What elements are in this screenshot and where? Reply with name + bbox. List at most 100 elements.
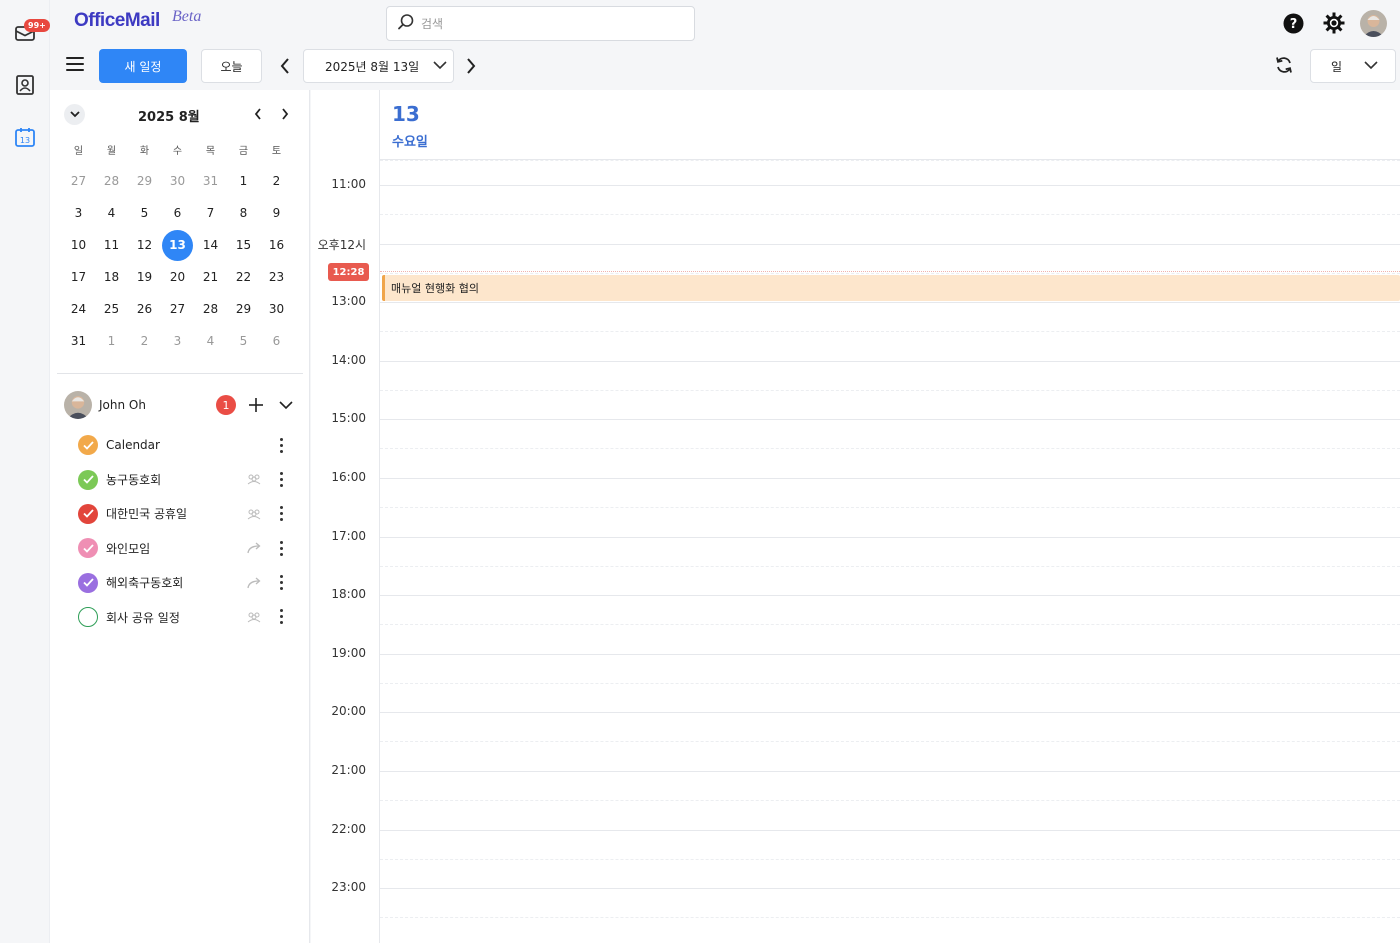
mini-day[interactable]: 23 <box>260 261 293 293</box>
mini-day[interactable]: 28 <box>194 293 227 325</box>
share-arrow-icon <box>246 540 262 556</box>
mini-day[interactable]: 20 <box>161 261 194 293</box>
calendar-list-item[interactable]: 대한민국 공휴일 <box>78 497 298 531</box>
mini-day[interactable]: 18 <box>95 261 128 293</box>
calendar-list-label: 대한민국 공휴일 <box>106 507 188 522</box>
mini-day[interactable]: 12 <box>128 229 161 261</box>
mini-day[interactable]: 21 <box>194 261 227 293</box>
app-logo[interactable]: OfficeMail <box>74 10 160 32</box>
mini-day[interactable]: 14 <box>194 229 227 261</box>
more-options-icon[interactable] <box>274 436 288 454</box>
mini-day[interactable]: 1 <box>227 165 260 197</box>
calendar-toggle-checkbox[interactable] <box>78 435 98 456</box>
mini-day[interactable]: 17 <box>62 261 95 293</box>
mini-day[interactable]: 1 <box>95 325 128 357</box>
mini-day[interactable]: 31 <box>62 325 95 357</box>
half-hour-gridline <box>380 390 1400 391</box>
mini-day[interactable]: 31 <box>194 165 227 197</box>
calendar-list-item[interactable]: 농구동호회 <box>78 462 298 496</box>
contacts-icon[interactable] <box>12 72 38 98</box>
chevron-down-icon[interactable] <box>276 395 296 415</box>
mini-day-selected[interactable]: 13 <box>161 229 194 261</box>
menu-toggle-icon[interactable] <box>66 57 84 73</box>
mini-day[interactable]: 3 <box>62 197 95 229</box>
mini-day[interactable]: 22 <box>227 261 260 293</box>
calendar-list-item[interactable]: 해외축구동호회 <box>78 566 298 600</box>
search-input[interactable] <box>421 16 681 31</box>
mini-day[interactable]: 9 <box>260 197 293 229</box>
mini-day[interactable]: 27 <box>161 293 194 325</box>
mini-day[interactable]: 24 <box>62 293 95 325</box>
mini-day[interactable]: 11 <box>95 229 128 261</box>
mini-calendar-header: 2025 8월 <box>50 104 310 125</box>
calendar-icon[interactable]: 13 <box>12 124 38 150</box>
mini-day[interactable]: 3 <box>161 325 194 357</box>
mini-day[interactable]: 10 <box>62 229 95 261</box>
more-options-icon[interactable] <box>274 539 288 557</box>
user-avatar[interactable] <box>1360 10 1387 37</box>
mini-day[interactable]: 30 <box>260 293 293 325</box>
calendar-list-item[interactable]: Calendar <box>78 428 298 462</box>
mini-day[interactable]: 28 <box>95 165 128 197</box>
more-options-icon[interactable] <box>274 505 288 523</box>
mini-day[interactable]: 29 <box>227 293 260 325</box>
calendar-toggle-checkbox[interactable] <box>78 538 98 559</box>
calendar-owner-row: John Oh 1 <box>64 391 304 419</box>
prev-day-icon[interactable] <box>275 56 295 76</box>
help-icon[interactable]: ? <box>1282 12 1304 34</box>
mini-day[interactable]: 8 <box>227 197 260 229</box>
mini-calendar-collapse-icon[interactable] <box>64 104 85 125</box>
more-options-icon[interactable] <box>274 574 288 592</box>
hour-gridline <box>380 888 1400 889</box>
add-calendar-icon[interactable] <box>246 395 266 415</box>
mini-day[interactable]: 19 <box>128 261 161 293</box>
new-event-button[interactable]: 새 일정 <box>99 49 187 83</box>
mini-day[interactable]: 6 <box>260 325 293 357</box>
half-hour-gridline <box>380 331 1400 332</box>
calendar-event[interactable]: 매뉴얼 현행화 협의 <box>382 275 1400 301</box>
mini-day[interactable]: 5 <box>227 325 260 357</box>
mini-day[interactable]: 4 <box>95 197 128 229</box>
app-rail: 99+ 13 <box>0 0 50 943</box>
chevron-down-icon <box>433 59 447 73</box>
gear-icon[interactable] <box>1323 12 1345 34</box>
mini-day[interactable]: 2 <box>260 165 293 197</box>
more-options-icon[interactable] <box>274 608 288 626</box>
refresh-icon[interactable] <box>1273 54 1295 76</box>
mini-day[interactable]: 7 <box>194 197 227 229</box>
today-button[interactable]: 오늘 <box>201 49 262 83</box>
calendar-list-item[interactable]: 회사 공유 일정 <box>78 600 298 634</box>
half-hour-gridline <box>380 800 1400 801</box>
calendar-list-item[interactable]: 와인모임 <box>78 531 298 565</box>
calendar-toggle-checkbox[interactable] <box>78 503 98 524</box>
hour-gridline <box>380 185 1400 186</box>
next-day-icon[interactable] <box>461 56 481 76</box>
mini-day[interactable]: 30 <box>161 165 194 197</box>
mini-day[interactable]: 15 <box>227 229 260 261</box>
mini-day[interactable]: 26 <box>128 293 161 325</box>
search-box[interactable] <box>386 6 695 41</box>
view-mode-select[interactable]: 일 <box>1310 49 1396 83</box>
more-options-icon[interactable] <box>274 470 288 488</box>
hour-gridline <box>380 830 1400 831</box>
beta-tag: Beta <box>172 8 202 25</box>
mini-prev-month-icon[interactable] <box>248 104 268 124</box>
mini-day[interactable]: 4 <box>194 325 227 357</box>
mini-day[interactable]: 6 <box>161 197 194 229</box>
mini-day[interactable]: 2 <box>128 325 161 357</box>
calendar-toggle-checkbox[interactable] <box>78 607 98 628</box>
calendar-list-label: Calendar <box>106 438 160 453</box>
day-header: 13 수요일 <box>380 90 1400 160</box>
date-picker[interactable]: 2025년 8월 13일 <box>303 49 454 83</box>
mini-next-month-icon[interactable] <box>275 104 295 124</box>
mini-day[interactable]: 29 <box>128 165 161 197</box>
calendar-toggle-checkbox[interactable] <box>78 469 98 490</box>
day-number[interactable]: 13 <box>392 102 420 126</box>
mini-day[interactable]: 5 <box>128 197 161 229</box>
calendar-toggle-checkbox[interactable] <box>78 572 98 593</box>
hour-gridline <box>380 244 1400 245</box>
mini-day[interactable]: 16 <box>260 229 293 261</box>
mini-day[interactable]: 27 <box>62 165 95 197</box>
owner-notification-badge[interactable]: 1 <box>216 395 236 415</box>
mini-day[interactable]: 25 <box>95 293 128 325</box>
